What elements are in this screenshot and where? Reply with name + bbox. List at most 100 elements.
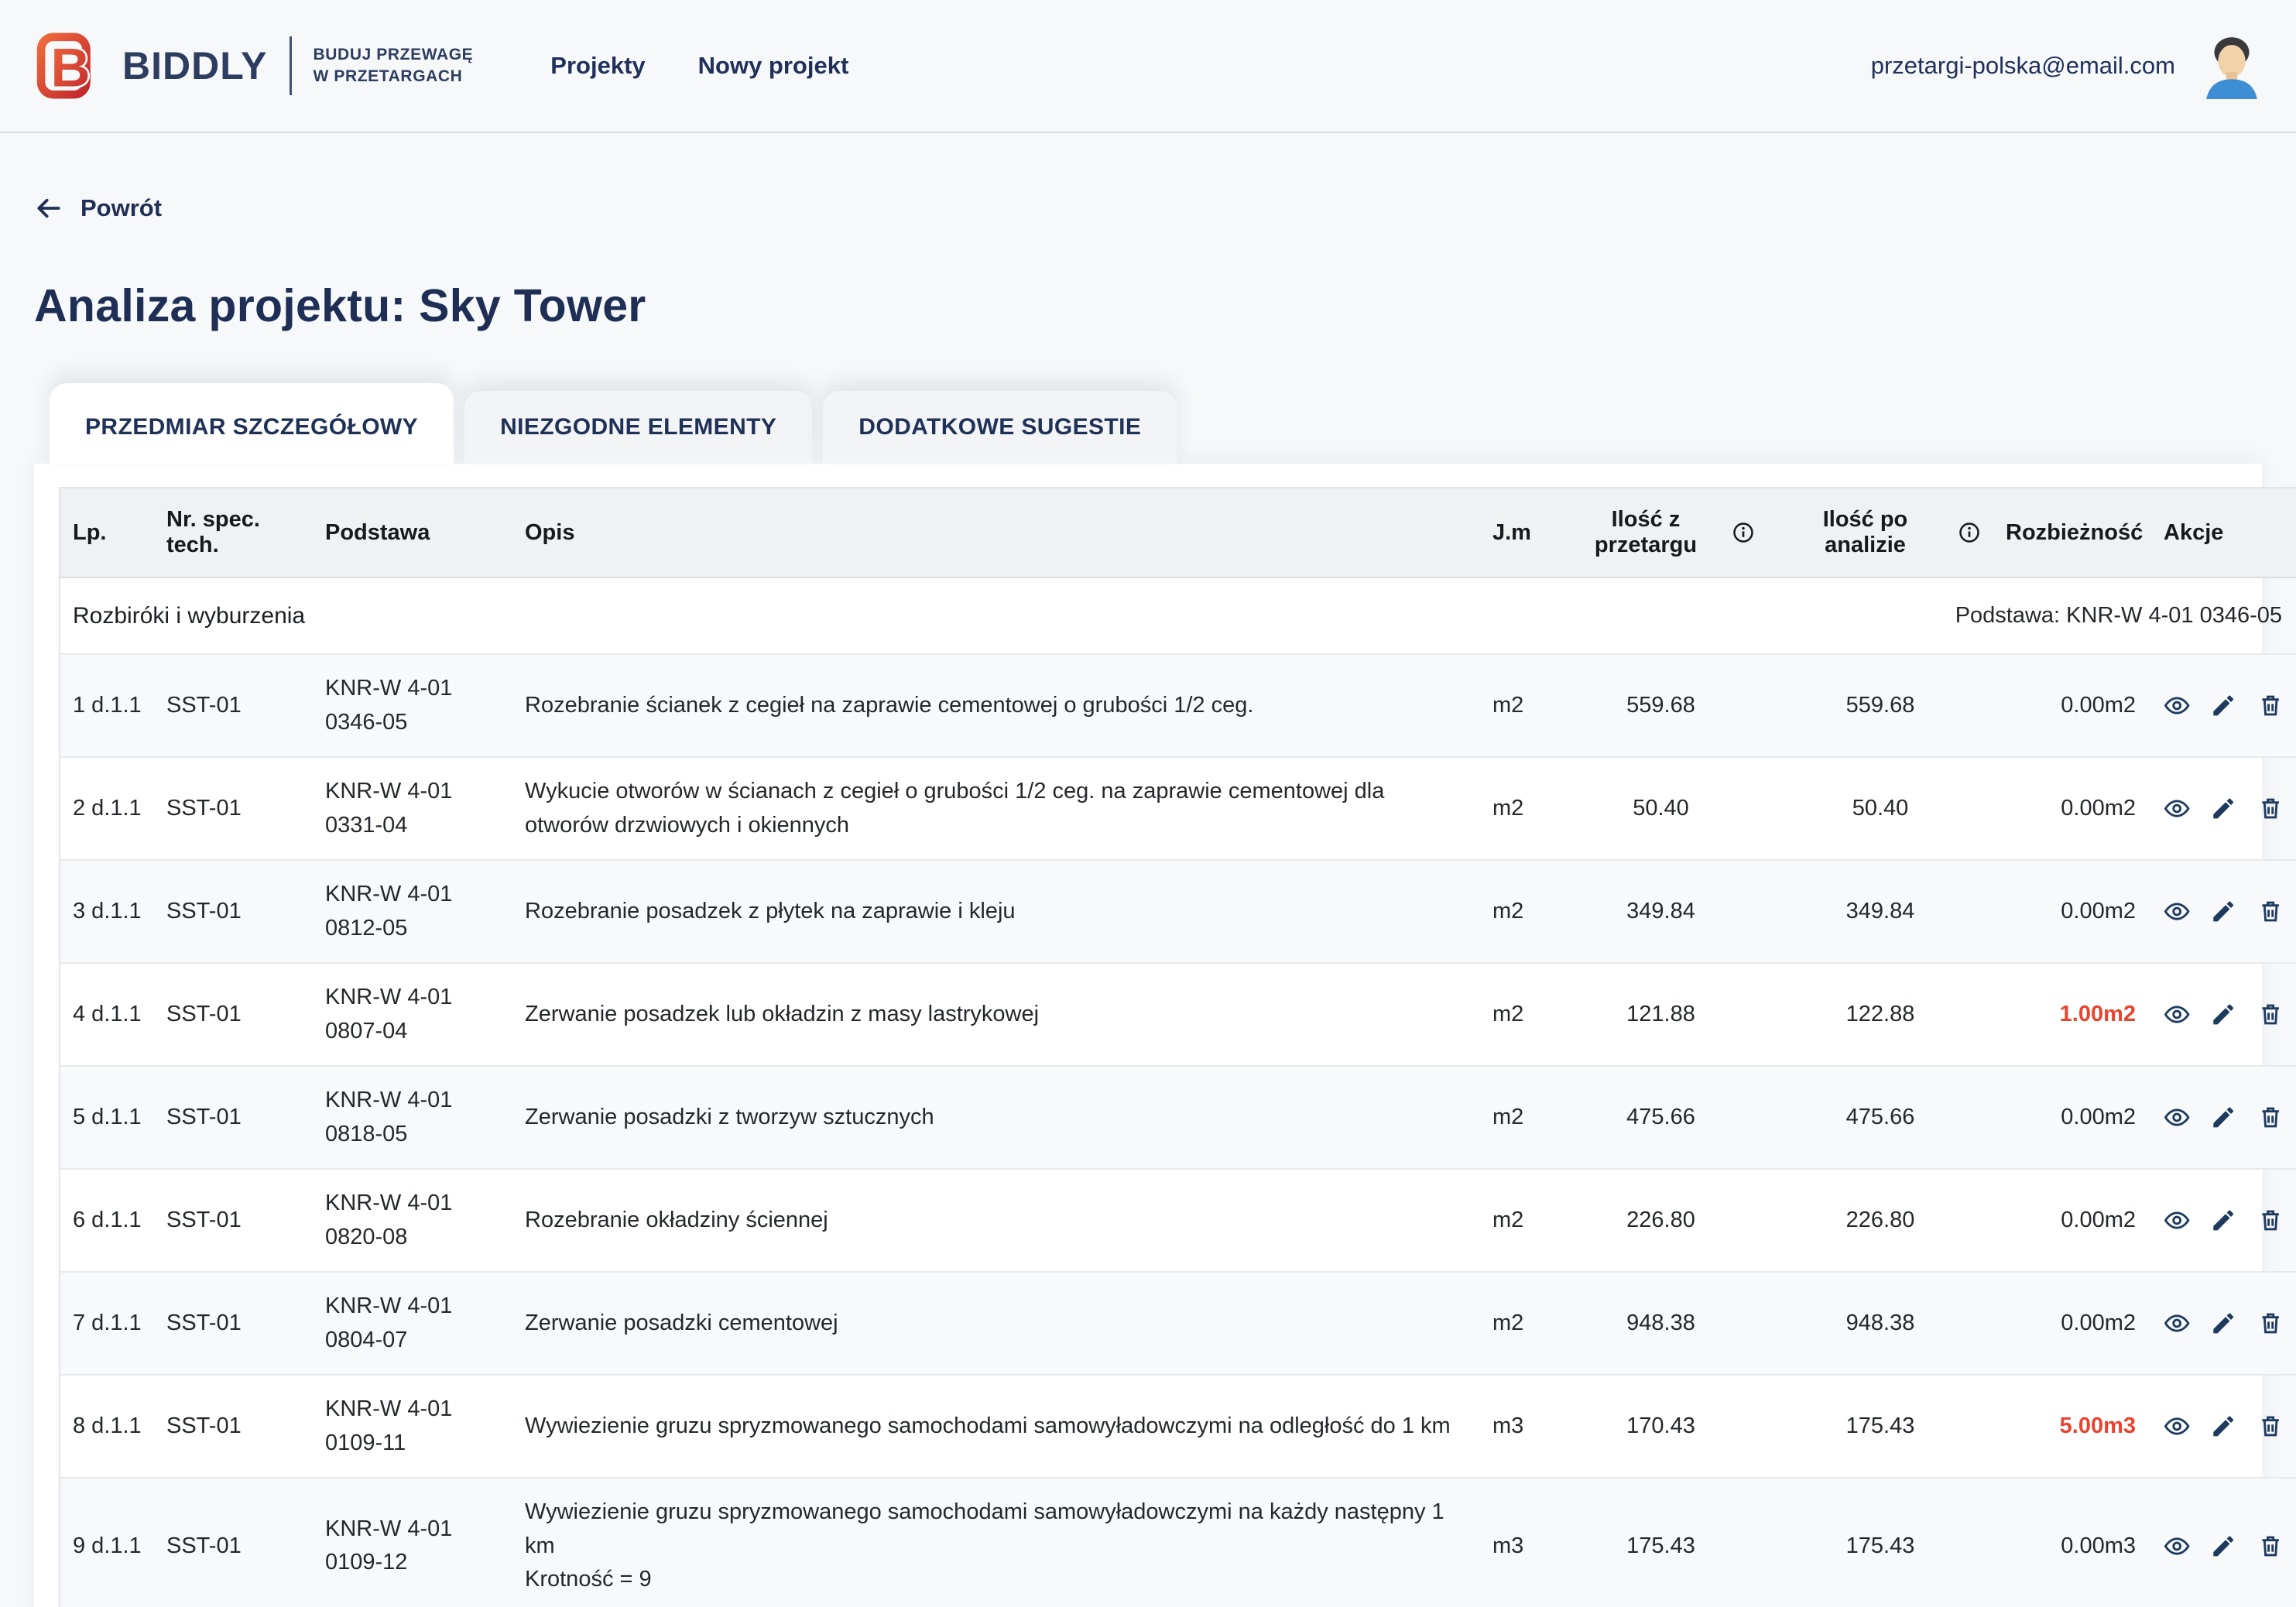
view-button[interactable] — [2164, 1532, 2190, 1561]
delete-button[interactable] — [2257, 1206, 2284, 1235]
table-row: 1 d.1.1 SST-01 KNR-W 4-01 0346-05 Rozebr… — [60, 654, 2296, 757]
info-icon[interactable] — [1732, 521, 1755, 544]
cell-lp: 4 d.1.1 — [60, 963, 154, 1066]
col-qty-tender-label: Ilość z przetargu — [1567, 507, 1725, 558]
cell-jm: m2 — [1480, 757, 1554, 860]
table-row: 2 d.1.1 SST-01 KNR-W 4-01 0331-04 Wykuci… — [60, 757, 2296, 860]
cell-spec: SST-01 — [154, 860, 313, 963]
table-row: 8 d.1.1 SST-01 KNR-W 4-01 0109-11 Wywiez… — [60, 1375, 2296, 1478]
cell-podstawa: KNR-W 4-01 0109-11 — [313, 1375, 512, 1478]
tab-przedmiar-szczego-owy[interactable]: PRZEDMIAR SZCZEGÓŁOWY — [50, 383, 454, 464]
col-diff: Rozbieżność — [1993, 488, 2153, 577]
page-title: Analiza projektu: Sky Tower — [34, 279, 2262, 332]
view-button[interactable] — [2164, 1103, 2190, 1132]
cell-qty-tender: 121.88 — [1554, 963, 1767, 1066]
cell-diff: 0.00m2 — [1993, 860, 2153, 963]
cell-podstawa: KNR-W 4-01 0812-05 — [313, 860, 512, 963]
table-header-row: Lp. Nr. spec. tech. Podstawa Opis J.m Il… — [60, 488, 2296, 577]
cell-qty-tender: 226.80 — [1554, 1169, 1767, 1272]
user-email[interactable]: przetargi-polska@email.com — [1871, 52, 2175, 80]
edit-button[interactable] — [2210, 1103, 2236, 1132]
cell-opis: Rozebranie ścianek z cegieł na zaprawie … — [512, 654, 1480, 757]
cell-qty-analysis: 948.38 — [1767, 1272, 1993, 1375]
cell-diff: 1.00m2 — [1993, 963, 2153, 1066]
cell-qty-analysis: 349.84 — [1767, 860, 1993, 963]
cell-qty-analysis: 226.80 — [1767, 1169, 1993, 1272]
cell-qty-tender: 175.43 — [1554, 1478, 1767, 1607]
delete-button[interactable] — [2257, 1532, 2284, 1561]
app-header: B BIDDLY BUDUJ PRZEWAGĘ W PRZETARGACH Pr… — [0, 0, 2296, 133]
cell-qty-analysis: 175.43 — [1767, 1478, 1993, 1607]
cell-podstawa: KNR-W 4-01 0818-05 — [313, 1066, 512, 1169]
cell-spec: SST-01 — [154, 1272, 313, 1375]
tab-bar: PRZEDMIAR SZCZEGÓŁOWYNIEZGODNE ELEMENTYD… — [34, 383, 2262, 464]
view-button[interactable] — [2164, 1412, 2190, 1441]
cell-qty-analysis: 50.40 — [1767, 757, 1993, 860]
delete-button[interactable] — [2257, 1309, 2284, 1338]
cell-podstawa: KNR-W 4-01 0109-12 — [313, 1478, 512, 1607]
col-qty-analysis-label: Ilość po analizie — [1780, 507, 1951, 558]
brand-block: B BIDDLY BUDUJ PRZEWAGĘ W PRZETARGACH — [36, 30, 473, 101]
brand-divider — [290, 36, 292, 95]
cell-qty-analysis: 122.88 — [1767, 963, 1993, 1066]
view-button[interactable] — [2164, 897, 2190, 926]
cell-qty-tender: 349.84 — [1554, 860, 1767, 963]
cell-podstawa: KNR-W 4-01 0804-07 — [313, 1272, 512, 1375]
delete-button[interactable] — [2257, 794, 2284, 823]
cell-lp: 6 d.1.1 — [60, 1169, 154, 1272]
delete-button[interactable] — [2257, 1103, 2284, 1132]
edit-button[interactable] — [2210, 691, 2236, 720]
view-button[interactable] — [2164, 1206, 2190, 1235]
cell-diff: 5.00m3 — [1993, 1375, 2153, 1478]
edit-button[interactable] — [2210, 794, 2236, 823]
cell-jm: m3 — [1480, 1375, 1554, 1478]
cell-jm: m2 — [1480, 860, 1554, 963]
cell-spec: SST-01 — [154, 963, 313, 1066]
cell-jm: m3 — [1480, 1478, 1554, 1607]
info-icon[interactable] — [1958, 521, 1981, 544]
group-podstawa: Podstawa: KNR-W 4-01 0346-05 — [1480, 577, 2296, 654]
delete-button[interactable] — [2257, 897, 2284, 926]
view-button[interactable] — [2164, 794, 2190, 823]
edit-button[interactable] — [2210, 1532, 2236, 1561]
edit-button[interactable] — [2210, 1412, 2236, 1441]
cell-lp: 3 d.1.1 — [60, 860, 154, 963]
cell-lp: 7 d.1.1 — [60, 1272, 154, 1375]
cell-qty-tender: 475.66 — [1554, 1066, 1767, 1169]
view-button[interactable] — [2164, 1000, 2190, 1029]
cell-diff: 0.00m2 — [1993, 1169, 2153, 1272]
nav-item-projekty[interactable]: Projekty — [550, 52, 645, 80]
edit-button[interactable] — [2210, 1309, 2236, 1338]
cell-podstawa: KNR-W 4-01 0807-04 — [313, 963, 512, 1066]
cell-opis: Wywiezienie gruzu spryzmowanego samochod… — [512, 1375, 1480, 1478]
delete-button[interactable] — [2257, 691, 2284, 720]
cell-diff: 0.00m2 — [1993, 1272, 2153, 1375]
view-button[interactable] — [2164, 1309, 2190, 1338]
col-jm: J.m — [1480, 488, 1554, 577]
delete-button[interactable] — [2257, 1412, 2284, 1441]
tab-panel: Lp. Nr. spec. tech. Podstawa Opis J.m Il… — [34, 464, 2262, 1607]
cell-spec: SST-01 — [154, 757, 313, 860]
cell-diff: 0.00m2 — [1993, 757, 2153, 860]
nav-item-nowy-projekt[interactable]: Nowy projekt — [698, 52, 849, 80]
cell-opis: Wywiezienie gruzu spryzmowanego samochod… — [512, 1478, 1480, 1607]
col-lp: Lp. — [60, 488, 154, 577]
biddly-logo-icon[interactable]: B — [36, 30, 107, 101]
view-button[interactable] — [2164, 691, 2190, 720]
col-qty-analysis: Ilość po analizie — [1767, 488, 1993, 577]
edit-button[interactable] — [2210, 1206, 2236, 1235]
edit-button[interactable] — [2210, 1000, 2236, 1029]
header-right: przetargi-polska@email.com — [1871, 33, 2260, 99]
tab-niezgodne-elementy[interactable]: NIEZGODNE ELEMENTY — [464, 391, 812, 464]
main-content: Powrót Analiza projektu: Sky Tower PRZED… — [0, 133, 2296, 1607]
back-link[interactable]: Powrót — [34, 194, 162, 223]
cell-diff: 0.00m2 — [1993, 1066, 2153, 1169]
cell-jm: m2 — [1480, 1272, 1554, 1375]
cell-jm: m2 — [1480, 1169, 1554, 1272]
tab-dodatkowe-sugestie[interactable]: DODATKOWE SUGESTIE — [823, 391, 1177, 464]
cell-opis: Rozebranie posadzek z płytek na zaprawie… — [512, 860, 1480, 963]
delete-button[interactable] — [2257, 1000, 2284, 1029]
user-avatar[interactable] — [2203, 33, 2260, 99]
cell-diff: 0.00m3 — [1993, 1478, 2153, 1607]
edit-button[interactable] — [2210, 897, 2236, 926]
